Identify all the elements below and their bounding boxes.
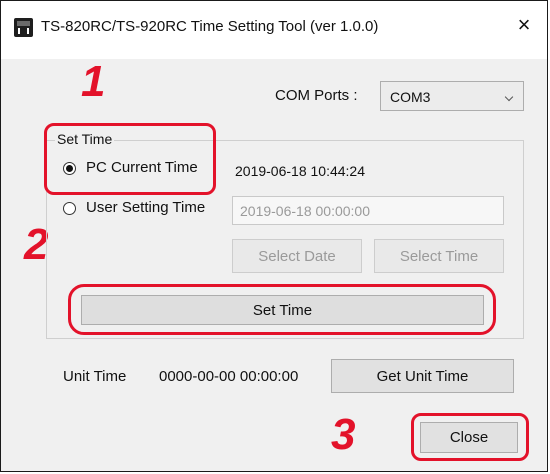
com-ports-label: COM Ports : [275, 87, 358, 104]
set-time-button-label: Set Time [252, 302, 313, 319]
user-setting-time-radio[interactable] [63, 202, 76, 215]
select-time-button-label: Select Time [399, 248, 479, 265]
unit-time-value: 0000-00-00 00:00:00 [159, 368, 299, 385]
unit-time-label: Unit Time [63, 368, 127, 385]
annotation-step-3: 3 [331, 410, 356, 459]
pc-current-time-label[interactable]: PC Current Time [86, 159, 198, 176]
annotation-step-2: 2 [24, 220, 49, 269]
close-button[interactable]: Close [420, 422, 518, 453]
app-icon [14, 18, 33, 37]
title-bar[interactable]: TS-820RC/TS-920RC Time Setting Tool (ver… [1, 1, 547, 59]
set-time-button[interactable]: Set Time [81, 295, 484, 325]
select-date-button-label: Select Date [258, 248, 336, 265]
select-time-button[interactable]: Select Time [374, 239, 504, 273]
user-setting-time-input[interactable]: 2019-06-18 00:00:00 [232, 196, 504, 225]
com-ports-dropdown[interactable]: COM3 [380, 81, 524, 111]
com-ports-selected-value: COM3 [390, 89, 431, 105]
user-setting-time-value: 2019-06-18 00:00:00 [240, 203, 370, 219]
window-close-icon[interactable]: × [512, 13, 536, 37]
get-unit-time-button[interactable]: Get Unit Time [331, 359, 514, 393]
window-title: TS-820RC/TS-920RC Time Setting Tool (ver… [41, 18, 379, 35]
time-setting-window: TS-820RC/TS-920RC Time Setting Tool (ver… [0, 0, 548, 472]
set-time-group-title: Set Time [55, 131, 115, 147]
get-unit-time-button-label: Get Unit Time [376, 368, 469, 385]
pc-current-time-value: 2019-06-18 10:44:24 [235, 163, 365, 179]
chevron-down-icon [504, 92, 514, 102]
close-button-label: Close [449, 429, 489, 446]
annotation-step-1: 1 [81, 57, 106, 106]
select-date-button[interactable]: Select Date [232, 239, 362, 273]
pc-current-time-radio[interactable] [63, 162, 76, 175]
user-setting-time-label[interactable]: User Setting Time [86, 199, 205, 216]
